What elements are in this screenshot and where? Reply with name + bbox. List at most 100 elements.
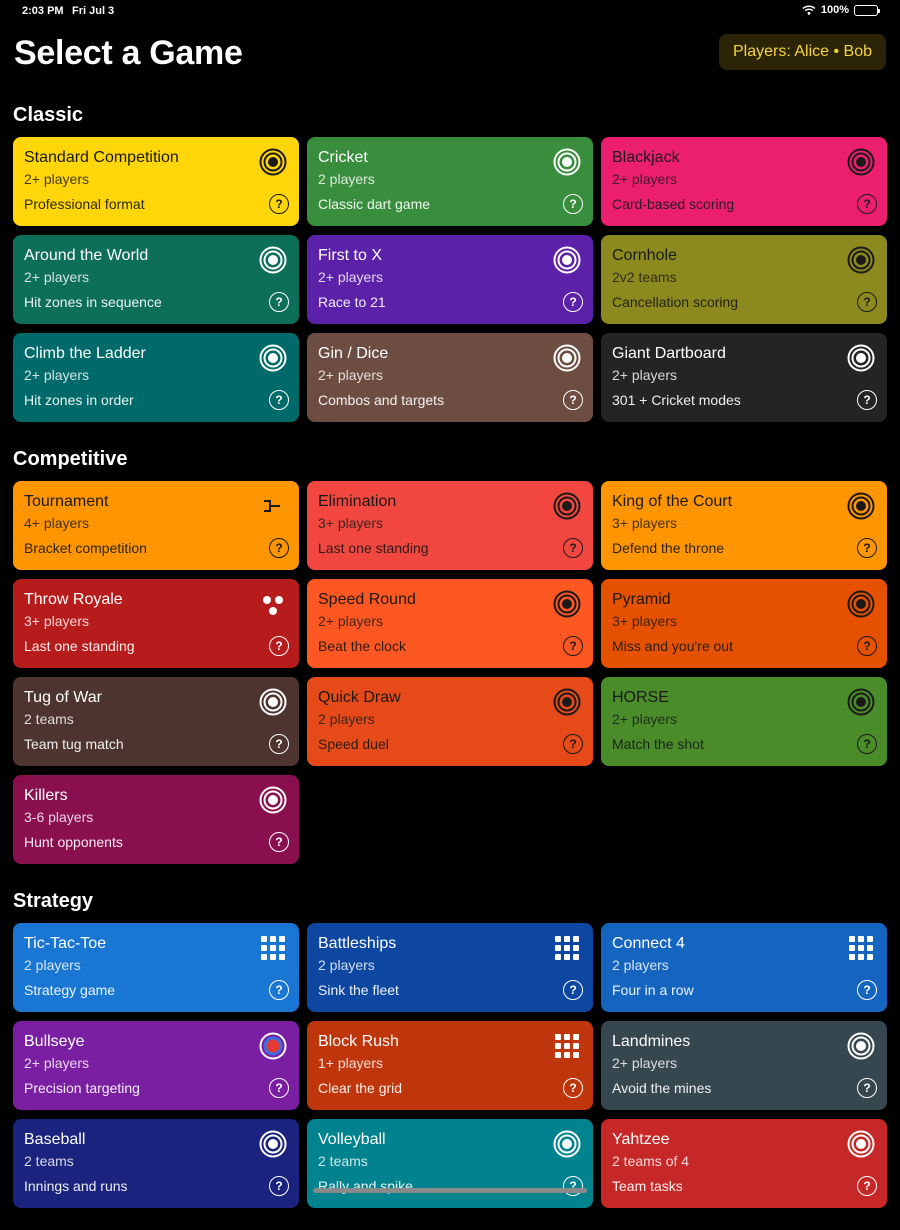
game-card-tug-of-war[interactable]: Tug of War 2 teams Team tug match?: [13, 677, 299, 766]
battery-percent: 100%: [820, 4, 849, 16]
game-card-throw-royale[interactable]: Throw Royale 3+ players Last one standing?: [13, 579, 299, 668]
game-name: Yahtzee: [612, 1131, 670, 1148]
help-icon[interactable]: ?: [563, 1176, 583, 1196]
game-card-pyramid[interactable]: Pyramid 3+ players Miss and you're out?: [601, 579, 887, 668]
help-icon[interactable]: ?: [269, 538, 289, 558]
game-card-landmines[interactable]: Landmines 2+ players Avoid the mines?: [601, 1021, 887, 1110]
game-card-speed-round[interactable]: Speed Round 2+ players Beat the clock?: [307, 579, 593, 668]
help-icon[interactable]: ?: [857, 980, 877, 1000]
game-name: Cricket: [318, 149, 368, 166]
game-name: Connect 4: [612, 935, 685, 952]
game-card-giant-dartboard[interactable]: Giant Dartboard 2+ players 301 + Cricket m…: [601, 333, 887, 422]
game-card-killers[interactable]: Killers 3-6 players Hunt opponents?: [13, 775, 299, 864]
target-icon: [259, 148, 287, 176]
game-card-bullseye[interactable]: Bullseye 2+ players Precision targeting?: [13, 1021, 299, 1110]
target-icon: [553, 492, 581, 520]
help-icon[interactable]: ?: [269, 390, 289, 410]
target-icon: [259, 246, 287, 274]
target-icon: [847, 590, 875, 618]
help-icon[interactable]: ?: [269, 194, 289, 214]
help-icon[interactable]: ?: [857, 292, 877, 312]
game-description: Sink the fleet: [318, 982, 399, 998]
game-name: HORSE: [612, 689, 669, 706]
help-icon[interactable]: ?: [269, 980, 289, 1000]
home-indicator[interactable]: [313, 1188, 587, 1193]
help-icon[interactable]: ?: [269, 1078, 289, 1098]
game-card-king-of-the-court[interactable]: King of the Court 3+ players Defend the th…: [601, 481, 887, 570]
target-icon: [553, 590, 581, 618]
game-name: Blackjack: [612, 149, 680, 166]
game-name: Baseball: [24, 1131, 86, 1148]
game-card-horse[interactable]: HORSE 2+ players Match the shot?: [601, 677, 887, 766]
game-players: 3-6 players: [24, 809, 94, 825]
status-time: 2:03 PM: [22, 5, 64, 17]
help-icon[interactable]: ?: [563, 636, 583, 656]
game-players: 2 teams: [318, 1153, 368, 1169]
target-icon: [847, 688, 875, 716]
game-card-cricket[interactable]: Cricket 2 players Classic dart game?: [307, 137, 593, 226]
help-icon[interactable]: ?: [269, 832, 289, 852]
game-card-volleyball[interactable]: Volleyball 2 teams Rally and spike?: [307, 1119, 593, 1208]
game-description: Classic dart game: [318, 196, 431, 212]
game-players: 3+ players: [612, 613, 677, 629]
help-icon[interactable]: ?: [857, 194, 877, 214]
game-name: Killers: [24, 787, 68, 804]
help-icon[interactable]: ?: [269, 292, 289, 312]
game-card-climb-the-ladder[interactable]: Climb the Ladder 2+ players Hit zones in o…: [13, 333, 299, 422]
help-icon[interactable]: ?: [563, 980, 583, 1000]
game-description: Four in a row: [612, 982, 694, 998]
game-name: Bullseye: [24, 1033, 85, 1050]
game-name: King of the Court: [612, 493, 733, 510]
help-icon[interactable]: ?: [857, 1078, 877, 1098]
game-card-elimination[interactable]: Elimination 3+ players Last one standing?: [307, 481, 593, 570]
game-card-baseball[interactable]: Baseball 2 teams Innings and runs?: [13, 1119, 299, 1208]
game-card-yahtzee[interactable]: Yahtzee 2 teams of 4 Team tasks?: [601, 1119, 887, 1208]
game-name: Climb the Ladder: [24, 345, 146, 362]
help-icon[interactable]: ?: [563, 390, 583, 410]
game-description: Hit zones in sequence: [24, 294, 162, 310]
grid-icon: [259, 934, 287, 962]
help-icon[interactable]: ?: [269, 1176, 289, 1196]
game-sections: Classic Standard Competition 2+ players Pro…: [13, 100, 887, 1230]
game-card-tournament[interactable]: Tournament 4+ players Bracket competition?: [13, 481, 299, 570]
game-name: Elimination: [318, 493, 397, 510]
game-card-gin-dice[interactable]: Gin / Dice 2+ players Combos and targets?: [307, 333, 593, 422]
game-description: Race to 21: [318, 294, 386, 310]
game-card-cornhole[interactable]: Cornhole 2v2 teams Cancellation scoring?: [601, 235, 887, 324]
target-icon: [847, 1130, 875, 1158]
game-description: Speed duel: [318, 736, 389, 752]
help-icon[interactable]: ?: [563, 292, 583, 312]
game-card-tic-tac-toe[interactable]: Tic-Tac-Toe 2 players Strategy game?: [13, 923, 299, 1012]
target-icon: [259, 1130, 287, 1158]
help-icon[interactable]: ?: [563, 1078, 583, 1098]
target-icon: [847, 148, 875, 176]
game-grid-classic: Standard Competition 2+ players Profession…: [13, 137, 887, 422]
game-card-first-to-x[interactable]: First to X 2+ players Race to 21?: [307, 235, 593, 324]
game-card-blackjack[interactable]: Blackjack 2+ players Card-based scoring?: [601, 137, 887, 226]
grid-icon: [847, 934, 875, 962]
help-icon[interactable]: ?: [563, 734, 583, 754]
game-description: Cancellation scoring: [612, 294, 739, 310]
help-icon[interactable]: ?: [857, 734, 877, 754]
help-icon[interactable]: ?: [857, 538, 877, 558]
game-description: Professional format: [24, 196, 145, 212]
game-card-battleships[interactable]: Battleships 2 players Sink the fleet?: [307, 923, 593, 1012]
help-icon[interactable]: ?: [857, 390, 877, 410]
help-icon[interactable]: ?: [857, 1176, 877, 1196]
game-name: Tournament: [24, 493, 109, 510]
game-card-quick-draw[interactable]: Quick Draw 2 players Speed duel?: [307, 677, 593, 766]
help-icon[interactable]: ?: [269, 636, 289, 656]
game-card-connect-4[interactable]: Connect 4 2 players Four in a row?: [601, 923, 887, 1012]
game-name: Giant Dartboard: [612, 345, 726, 362]
players-badge[interactable]: Players: Alice • Bob: [719, 34, 886, 70]
help-icon[interactable]: ?: [269, 734, 289, 754]
game-players: 2+ players: [318, 613, 383, 629]
target-icon: [847, 344, 875, 372]
dots-icon: [259, 590, 287, 618]
help-icon[interactable]: ?: [563, 194, 583, 214]
help-icon[interactable]: ?: [857, 636, 877, 656]
game-card-standard-competition[interactable]: Standard Competition 2+ players Profession…: [13, 137, 299, 226]
game-card-block-rush[interactable]: Block Rush 1+ players Clear the grid?: [307, 1021, 593, 1110]
help-icon[interactable]: ?: [563, 538, 583, 558]
game-card-around-the-world[interactable]: Around the World 2+ players Hit zones in s…: [13, 235, 299, 324]
